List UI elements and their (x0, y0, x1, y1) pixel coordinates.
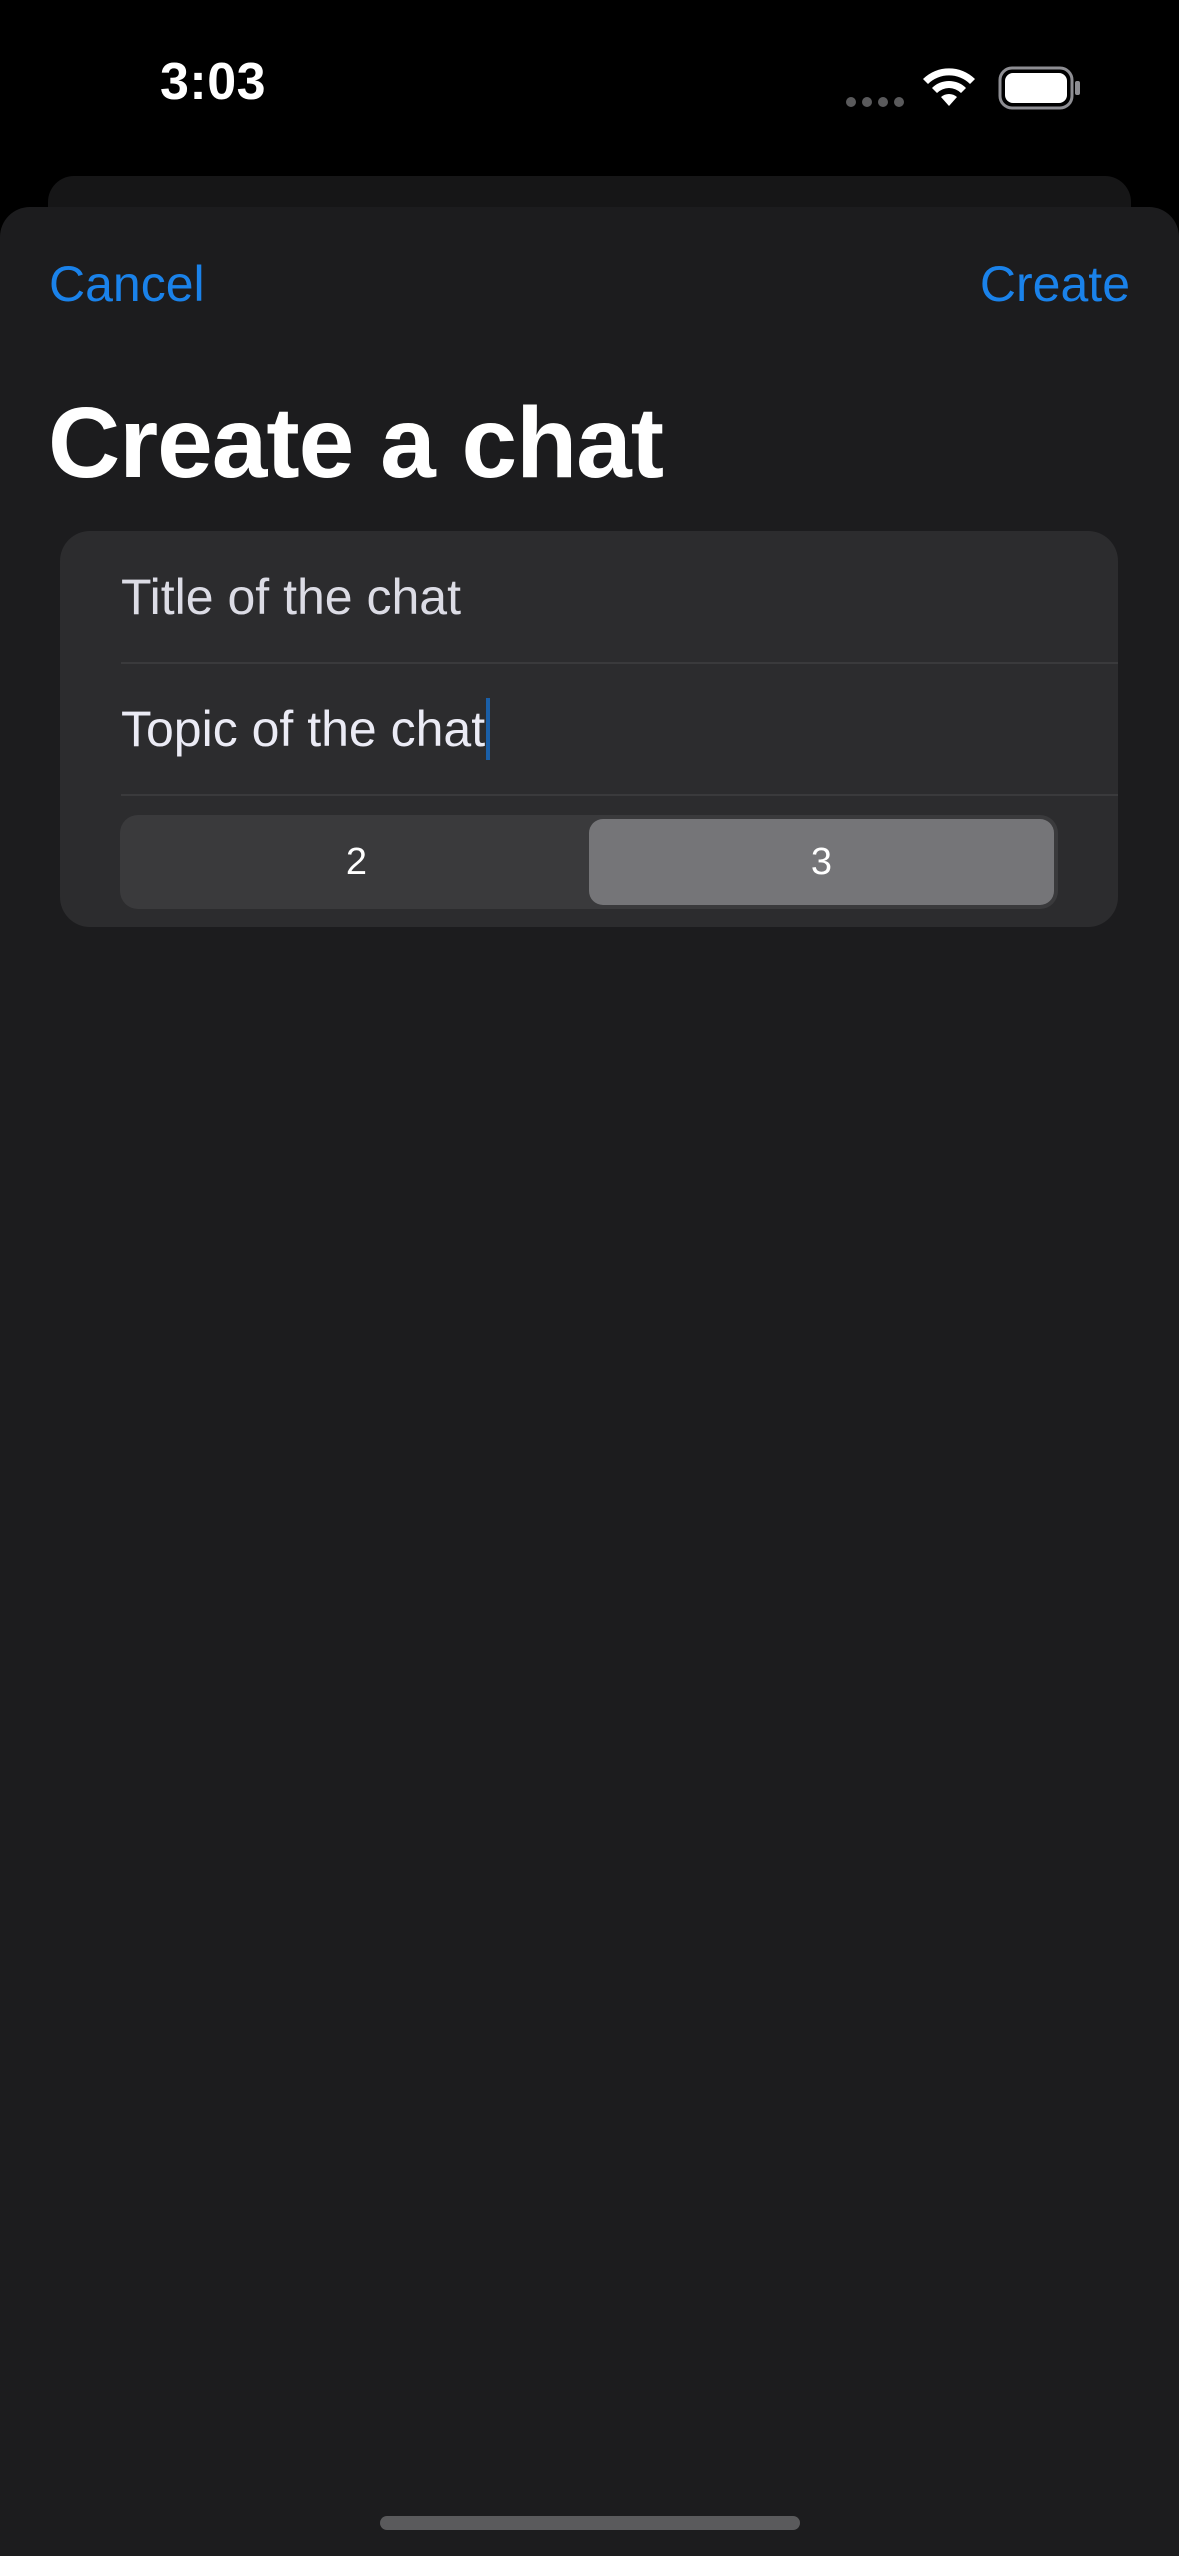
status-time: 3:03 (160, 53, 267, 111)
text-caret (486, 697, 491, 760)
title-row (121, 531, 1118, 664)
participant-count-segmented-control[interactable]: 2 3 (120, 815, 1058, 909)
battery-icon (998, 66, 1080, 110)
segment-option-3[interactable]: 3 (589, 819, 1054, 905)
wifi-icon (923, 68, 975, 106)
status-bar: 3:03 (0, 0, 1179, 170)
create-button[interactable]: Create (980, 255, 1130, 313)
topic-placeholder: Topic of the chat (121, 700, 486, 757)
cellular-signal-icon (846, 97, 904, 107)
chat-form-group: Topic of the chat 2 3 (60, 531, 1118, 927)
chat-topic-input[interactable]: Topic of the chat (121, 697, 491, 760)
segment-option-2[interactable]: 2 (124, 819, 589, 905)
chat-title-input[interactable] (121, 567, 1118, 626)
topic-row: Topic of the chat (121, 663, 1118, 796)
cancel-button[interactable]: Cancel (49, 255, 205, 313)
page-title: Create a chat (48, 387, 664, 499)
home-indicator (380, 2516, 800, 2530)
